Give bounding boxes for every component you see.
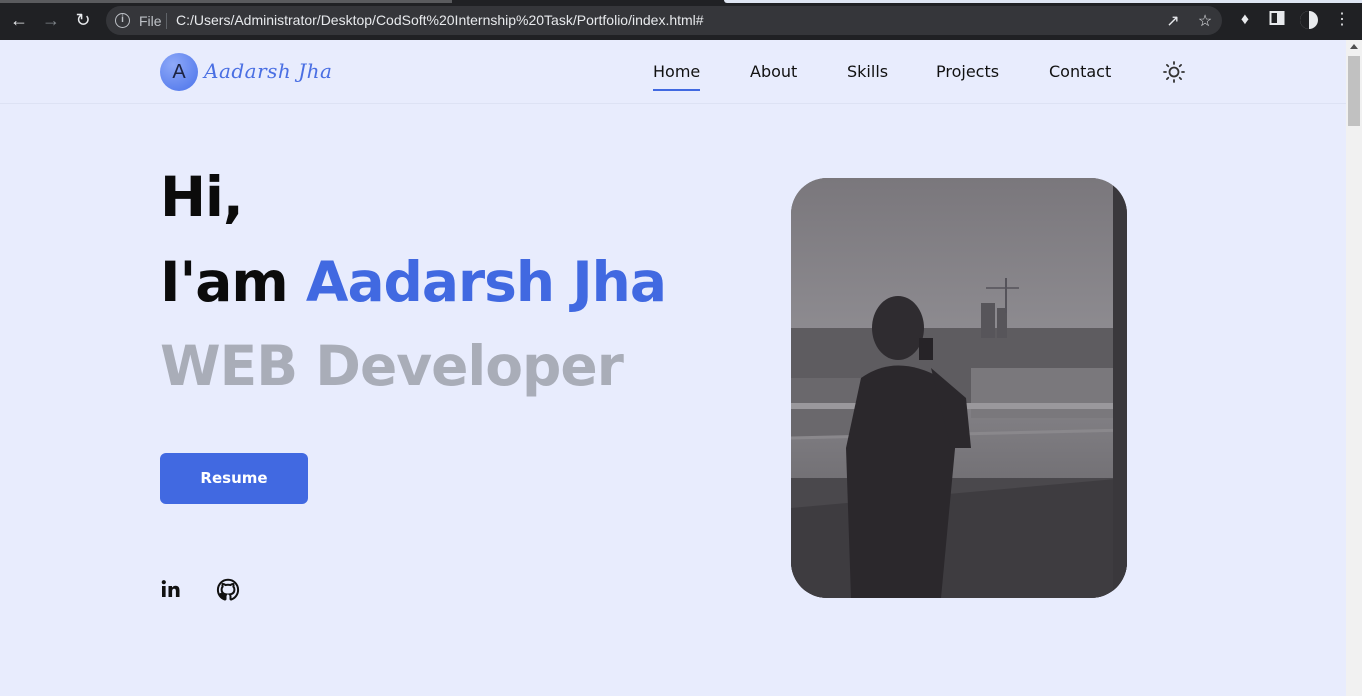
address-bar[interactable]: i File C:/Users/Administrator/Desktop/Co… [106,6,1222,35]
hero-intro: I'am Aadarsh Jha [160,250,667,314]
site-header: A Aadarsh Jha Home About Skills Projects… [0,40,1346,104]
resume-button[interactable]: Resume [160,453,308,504]
url-text[interactable]: C:/Users/Administrator/Desktop/CodSoft%2… [176,12,704,28]
forward-icon[interactable]: → [41,10,61,30]
browser-toolbar: ← → ↻ i File C:/Users/Administrator/Desk… [0,0,1362,40]
omnibox-separator [166,13,167,29]
profile-icon[interactable] [1299,10,1319,30]
scroll-thumb[interactable] [1348,56,1360,126]
nav-projects[interactable]: Projects [936,62,999,81]
page-scrollbar[interactable] [1346,40,1362,696]
github-icon[interactable] [216,578,240,602]
hero-name: Aadarsh Jha [305,250,667,314]
hero-intro-prefix: I'am [160,250,306,314]
logo-name[interactable]: Aadarsh Jha [204,59,332,83]
linkedin-icon[interactable] [160,578,184,602]
share-icon[interactable]: ↗ [1163,11,1183,31]
file-label: File [139,13,162,29]
side-panel-icon[interactable] [1267,10,1287,30]
site-info-icon[interactable]: i [115,13,130,28]
logo-avatar[interactable]: A [160,53,198,91]
sun-icon[interactable] [1162,60,1186,84]
tab-strip-edge [0,0,452,3]
hero-greeting: Hi, [160,165,244,229]
nav-home[interactable]: Home [653,62,701,91]
menu-kebab-icon[interactable]: ⋮ [1332,10,1352,30]
nav-skills[interactable]: Skills [847,62,888,81]
nav-contact[interactable]: Contact [1049,62,1111,81]
bookmark-star-icon[interactable]: ☆ [1195,11,1215,31]
portfolio-page: A Aadarsh Jha Home About Skills Projects… [0,40,1346,696]
back-icon[interactable]: ← [9,10,29,30]
reload-icon[interactable]: ↻ [73,10,93,30]
tab-strip-edge [724,0,1362,3]
profile-photo [791,178,1127,598]
scroll-up-arrow-icon[interactable] [1350,44,1358,49]
nav-about[interactable]: About [750,62,797,81]
hero-role: WEB Developer [160,334,624,398]
extensions-puzzle-icon[interactable]: ♦ [1235,10,1255,30]
